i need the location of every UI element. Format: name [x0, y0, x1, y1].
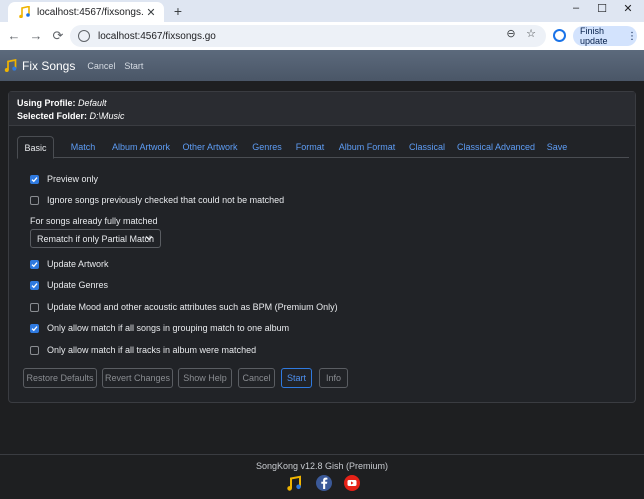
checkmark-icon	[31, 325, 38, 331]
selection-info: Using Profile: Default Selected Folder: …	[9, 92, 635, 126]
tab-classical-advanced[interactable]: Classical Advanced	[454, 136, 538, 158]
close-tab-icon[interactable]: ✕	[144, 6, 158, 19]
update-genres-label: Update Genres	[47, 280, 109, 290]
new-tab-button[interactable]: +	[170, 3, 186, 19]
chevron-down-icon	[145, 236, 153, 241]
already-matched-label: For songs already fully matched	[30, 216, 158, 226]
profile-icon[interactable]	[553, 29, 566, 42]
show-help-button[interactable]: Show Help	[178, 368, 232, 388]
ignore-unmatched-option[interactable]: Ignore songs previously checked that cou…	[30, 195, 284, 205]
cancel-button[interactable]: Cancel	[238, 368, 275, 388]
minimize-icon[interactable]: –	[567, 2, 585, 14]
grouping-match-checkbox[interactable]	[30, 323, 39, 333]
revert-changes-button[interactable]: Revert Changes	[102, 368, 173, 388]
site-info-icon[interactable]	[78, 30, 90, 42]
all-tracks-match-label: Only allow match if all tracks in album …	[47, 345, 257, 355]
update-artwork-option[interactable]: Update Artwork	[30, 259, 109, 269]
app-footer: SongKong v12.8 Gish (Premium)	[0, 454, 644, 499]
ignore-unmatched-checkbox[interactable]	[30, 195, 39, 205]
update-artwork-checkbox[interactable]	[30, 259, 39, 269]
songkong-logo-icon	[4, 59, 17, 72]
browser-tab[interactable]: localhost:4567/fixsongs.go ✕	[8, 2, 164, 22]
youtube-icon[interactable]	[344, 475, 360, 491]
rematch-select[interactable]: Rematch if only Partial Match	[30, 229, 161, 248]
folder-line: Selected Folder: D:\Music	[17, 110, 635, 123]
songkong-footer-icon[interactable]	[286, 475, 302, 491]
update-mood-label: Update Mood and other acoustic attribute…	[47, 302, 338, 312]
window-close-icon[interactable]: ✕	[619, 2, 637, 15]
all-tracks-match-option[interactable]: Only allow match if all tracks in album …	[30, 345, 256, 355]
header-start-link[interactable]: Start	[124, 61, 143, 71]
url-text[interactable]: localhost:4567/fixsongs.go	[98, 31, 216, 42]
browser-tabstrip: localhost:4567/fixsongs.go ✕ + – ☐ ✕	[0, 0, 644, 22]
checkmark-icon	[31, 282, 38, 288]
kebab-menu-icon[interactable]: ⋮	[627, 31, 637, 42]
profile-line: Using Profile: Default	[17, 97, 635, 110]
info-button[interactable]: Info	[319, 368, 348, 388]
update-mood-option[interactable]: Update Mood and other acoustic attribute…	[30, 302, 338, 312]
finish-update-button[interactable]: Finish update ⋮	[573, 26, 637, 46]
bookmark-star-icon[interactable]: ☆	[524, 27, 538, 40]
header-cancel-link[interactable]: Cancel	[87, 61, 115, 71]
fix-songs-panel: Using Profile: Default Selected Folder: …	[8, 91, 636, 403]
all-tracks-match-checkbox[interactable]	[30, 345, 39, 355]
tab-album-format[interactable]: Album Format	[335, 136, 399, 158]
profile-label: Using Profile:	[17, 98, 76, 108]
browser-toolbar: ← → ⟳ localhost:4567/fixsongs.go ⊖ ☆ Fin…	[0, 22, 644, 50]
ignore-unmatched-label: Ignore songs previously checked that cou…	[47, 195, 285, 205]
tab-basic[interactable]: Basic	[17, 136, 54, 159]
version-text: SongKong v12.8 Gish (Premium)	[255, 461, 389, 471]
forward-icon[interactable]: →	[28, 28, 44, 44]
tab-format[interactable]: Format	[290, 136, 330, 158]
tab-classical[interactable]: Classical	[405, 136, 449, 158]
update-mood-checkbox[interactable]	[30, 302, 39, 312]
music-note-icon	[18, 6, 30, 18]
update-artwork-label: Update Artwork	[47, 259, 109, 269]
folder-value: D:\Music	[89, 111, 125, 121]
preview-only-checkbox[interactable]	[30, 174, 39, 184]
grouping-match-label: Only allow match if all songs in groupin…	[47, 323, 290, 333]
checkmark-icon	[31, 261, 38, 267]
zoom-icon[interactable]: ⊖	[504, 27, 518, 40]
settings-tabs: Basic Match Album Artwork Other Artwork …	[17, 136, 629, 159]
update-genres-option[interactable]: Update Genres	[30, 280, 108, 290]
finish-update-label: Finish update	[580, 26, 608, 46]
facebook-icon[interactable]	[316, 475, 332, 491]
address-bar[interactable]: localhost:4567/fixsongs.go	[70, 25, 546, 47]
update-genres-checkbox[interactable]	[30, 280, 39, 290]
profile-value: Default	[78, 98, 107, 108]
start-button[interactable]: Start	[281, 368, 312, 388]
back-icon[interactable]: ←	[6, 28, 22, 44]
maximize-icon[interactable]: ☐	[593, 2, 611, 15]
rematch-select-value: Rematch if only Partial Match	[37, 233, 155, 244]
checkmark-icon	[31, 176, 38, 182]
tab-album-artwork[interactable]: Album Artwork	[106, 136, 176, 158]
tab-title: localhost:4567/fixsongs.go	[37, 6, 144, 18]
tab-other-artwork[interactable]: Other Artwork	[179, 136, 241, 158]
tab-genres[interactable]: Genres	[246, 136, 288, 158]
restore-defaults-button[interactable]: Restore Defaults	[23, 368, 97, 388]
tab-save[interactable]: Save	[541, 136, 573, 158]
app-header: Fix Songs Cancel Start	[0, 50, 644, 81]
app-brand[interactable]: Fix Songs	[22, 59, 75, 73]
tab-match[interactable]: Match	[60, 136, 106, 158]
preview-only-option[interactable]: Preview only	[30, 174, 98, 184]
grouping-match-option[interactable]: Only allow match if all songs in groupin…	[30, 323, 289, 333]
reload-icon[interactable]: ⟳	[50, 28, 66, 44]
preview-only-label: Preview only	[47, 174, 99, 184]
folder-label: Selected Folder:	[17, 111, 88, 121]
